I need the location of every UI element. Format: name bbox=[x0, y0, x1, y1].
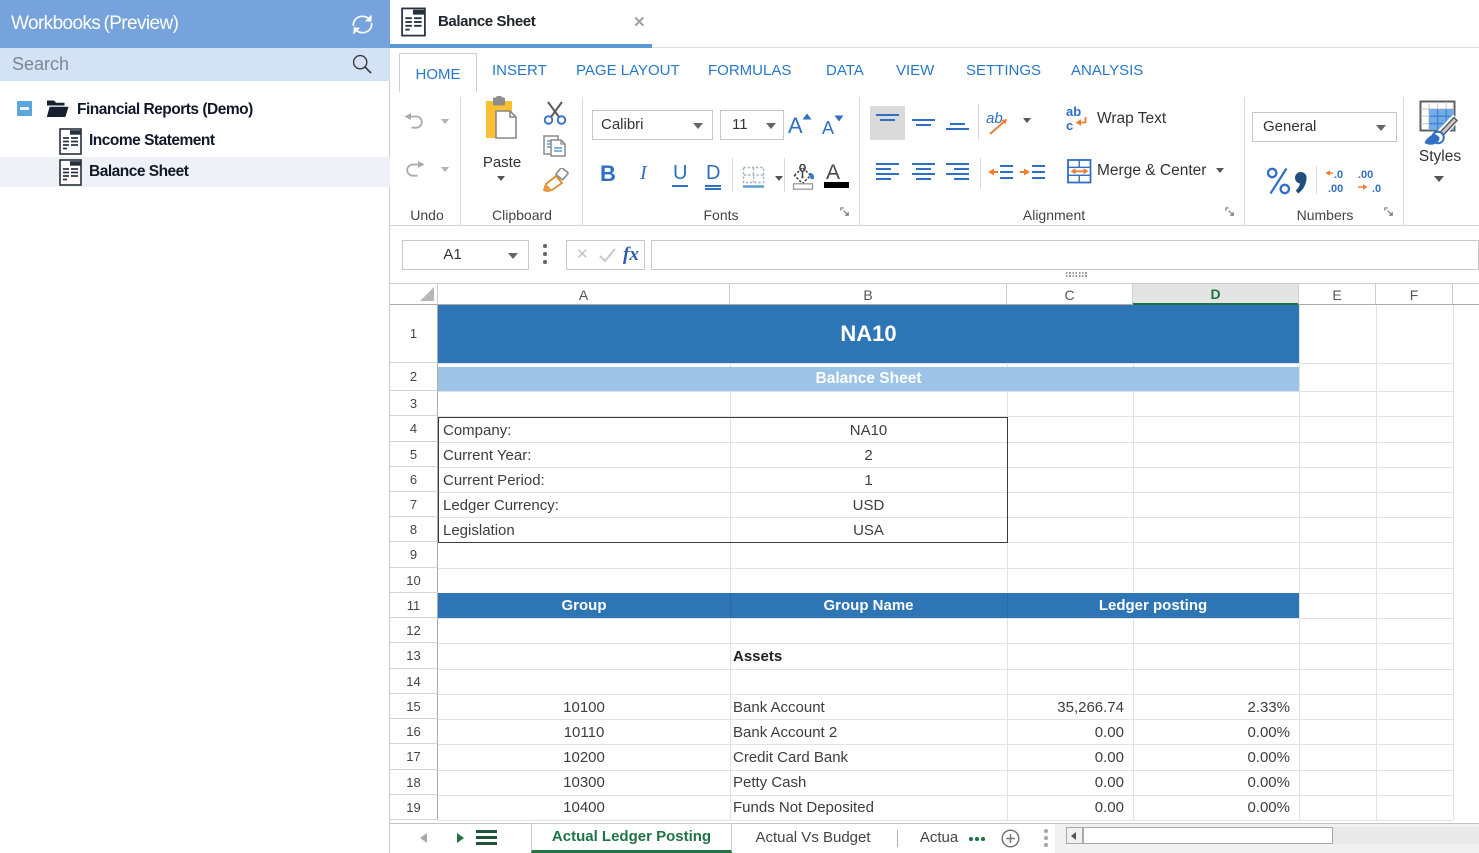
svg-text:ab: ab bbox=[1066, 105, 1081, 119]
svg-text:.00: .00 bbox=[1328, 183, 1343, 194]
svg-text:.0: .0 bbox=[1334, 169, 1343, 181]
svg-text:.0: .0 bbox=[1372, 183, 1381, 194]
svg-text:.00: .00 bbox=[1358, 169, 1373, 181]
svg-text:c: c bbox=[1066, 118, 1073, 133]
